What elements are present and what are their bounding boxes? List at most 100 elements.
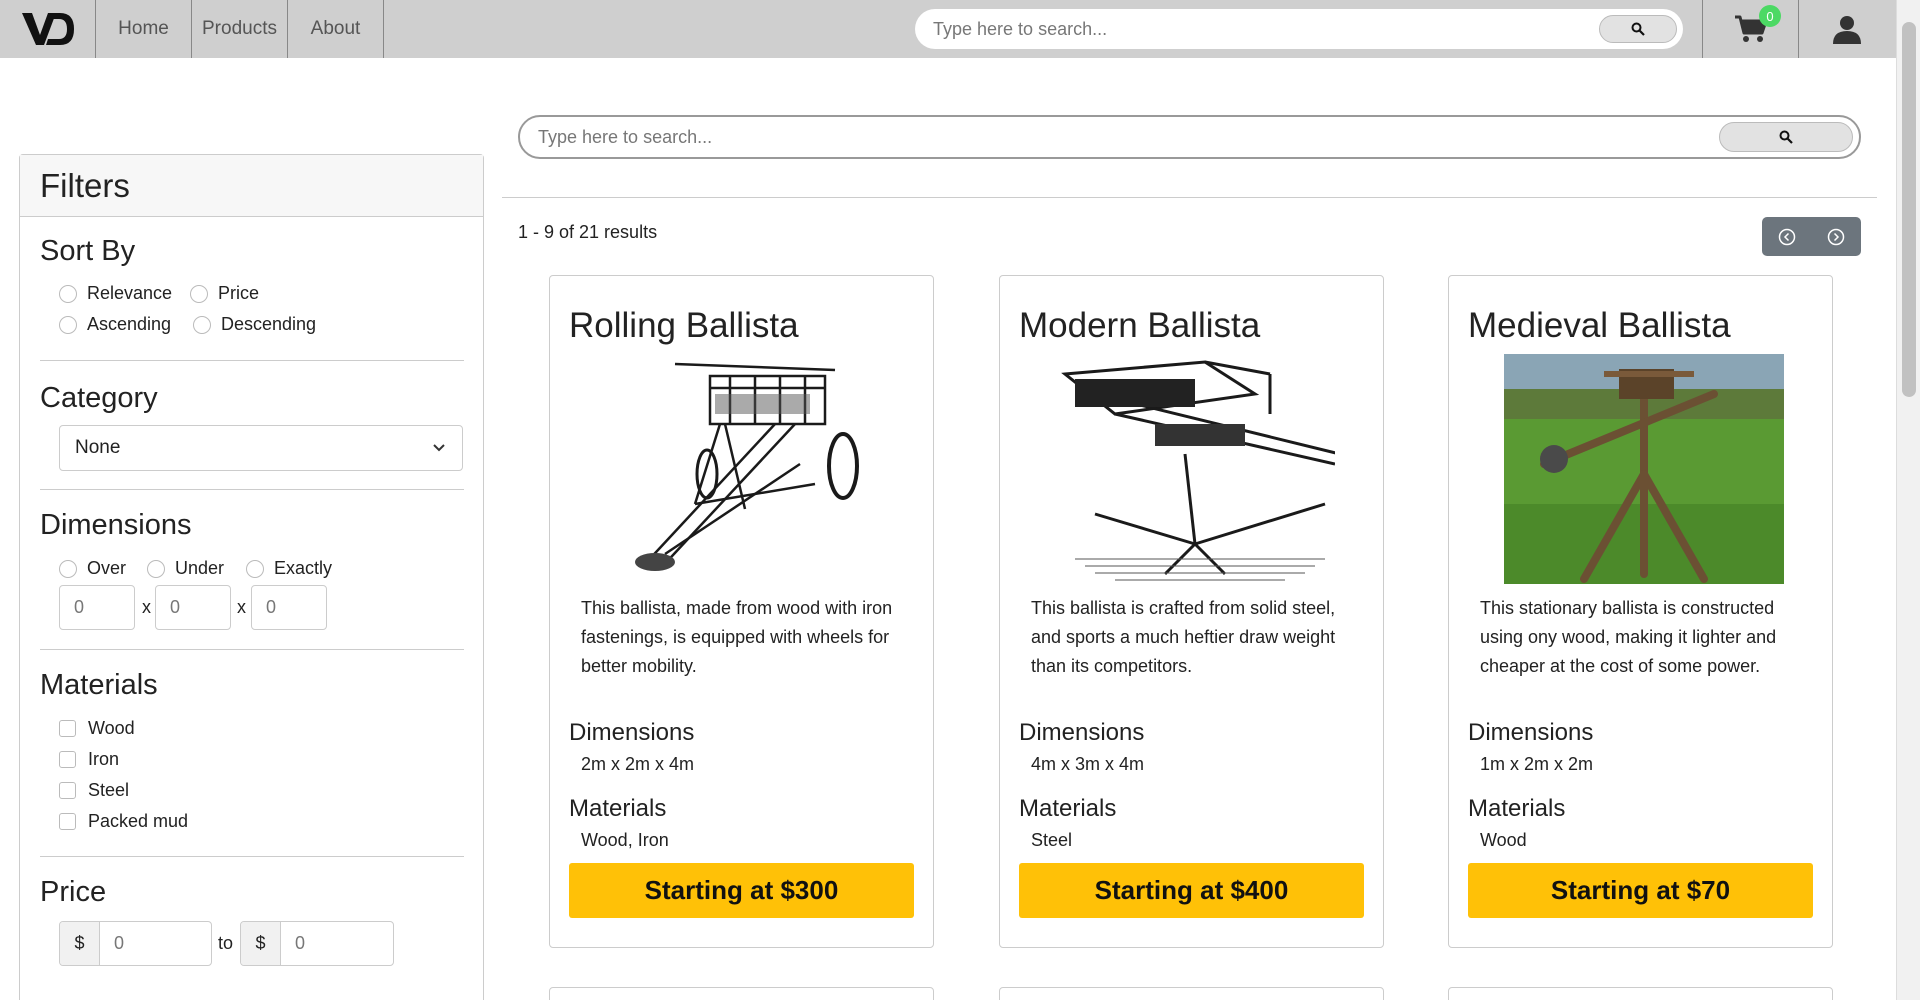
radio-icon: [246, 559, 264, 578]
price-min-field[interactable]: $ 0: [59, 921, 212, 966]
previous-page-icon[interactable]: [1778, 228, 1796, 246]
dimensions-value: 4m x 3m x 4m: [1031, 754, 1145, 774]
currency-symbol: $: [60, 922, 100, 965]
product-title[interactable]: Modern Ballista: [1019, 306, 1260, 346]
sort-option-label: Relevance: [87, 283, 173, 303]
dimensions-label: Dimensions: [1468, 719, 1594, 746]
user-icon: [1832, 16, 1861, 44]
cart-count-badge: 0: [1759, 5, 1781, 27]
materials-label: Materials: [1019, 795, 1117, 822]
main-divider: [502, 197, 1877, 198]
chevron-down-icon: [433, 444, 445, 452]
materials-label: Materials: [1468, 795, 1566, 822]
search-icon: [1631, 22, 1645, 36]
dimension-option-label: Exactly: [274, 558, 333, 578]
product-card[interactable]: [1448, 987, 1833, 1000]
header-search-button[interactable]: [1599, 15, 1677, 43]
modern-ballista-image: [1055, 354, 1335, 584]
dimension-option-exactly[interactable]: Exactly: [246, 558, 332, 579]
radio-icon: [59, 559, 77, 578]
currency-symbol: $: [241, 922, 281, 965]
nav-link-about[interactable]: About: [288, 0, 384, 58]
price-max-field[interactable]: $ 0: [240, 921, 394, 966]
logo-icon: [21, 13, 74, 45]
category-heading: Category: [40, 382, 158, 414]
material-option-label: Iron: [88, 749, 120, 769]
category-selected-value: None: [75, 437, 121, 458]
header-search-input[interactable]: [933, 18, 1599, 40]
dimensions-value: 1m x 2m x 2m: [1480, 754, 1594, 774]
dimension-input-1[interactable]: 0: [59, 585, 135, 630]
checkbox-icon: [59, 782, 76, 799]
medieval-ballista-image: [1504, 354, 1784, 584]
sort-option-price[interactable]: Price: [190, 283, 259, 304]
dimensions-label: Dimensions: [1019, 719, 1145, 746]
top-navbar: Home Products About 0: [0, 0, 1920, 58]
radio-icon: [147, 559, 165, 578]
materials-value: Steel: [1031, 830, 1073, 850]
checkbox-icon: [59, 813, 76, 830]
materials-value: Wood: [1480, 830, 1527, 850]
radio-icon: [59, 315, 77, 334]
product-card[interactable]: [999, 987, 1384, 1000]
product-title[interactable]: Medieval Ballista: [1468, 306, 1731, 346]
price-max-input[interactable]: 0: [281, 922, 393, 965]
dimension-separator: x: [142, 597, 151, 617]
product-search-bar: [518, 115, 1861, 159]
nav-link-products[interactable]: Products: [192, 0, 288, 58]
nav-link-home[interactable]: Home: [96, 0, 192, 58]
pagination-controls: [1762, 217, 1861, 256]
dimension-option-over[interactable]: Over: [59, 558, 126, 579]
search-icon: [1779, 130, 1793, 144]
dimensions-label: Dimensions: [569, 719, 695, 746]
section-divider: [40, 856, 464, 857]
dimension-option-label: Over: [87, 558, 127, 578]
scrollbar-thumb[interactable]: [1902, 22, 1916, 397]
dimension-input-3[interactable]: 0: [251, 585, 327, 630]
section-divider: [40, 649, 464, 650]
material-option-iron[interactable]: Iron: [59, 749, 119, 770]
page-scrollbar[interactable]: [1896, 0, 1920, 1000]
price-button[interactable]: Starting at $300: [569, 863, 914, 918]
dimensions-section: Dimensions: [40, 509, 464, 542]
price-min-input[interactable]: 0: [100, 922, 211, 965]
dimension-input-2[interactable]: 0: [155, 585, 231, 630]
product-title[interactable]: Rolling Ballista: [569, 306, 799, 346]
sort-option-ascending[interactable]: Ascending: [59, 314, 171, 335]
next-page-icon[interactable]: [1827, 228, 1845, 246]
radio-icon: [190, 284, 208, 303]
checkbox-icon: [59, 720, 76, 737]
radio-icon: [59, 284, 77, 303]
sort-option-relevance[interactable]: Relevance: [59, 283, 172, 304]
product-card[interactable]: [549, 987, 934, 1000]
sort-option-label: Descending: [221, 314, 317, 334]
brand-logo[interactable]: [0, 0, 96, 58]
product-card[interactable]: Rolling Ballista This ballista, made fro…: [549, 275, 934, 948]
price-button[interactable]: Starting at $70: [1468, 863, 1813, 918]
product-search-button[interactable]: [1719, 122, 1853, 152]
dimension-option-under[interactable]: Under: [147, 558, 224, 579]
product-card[interactable]: Medieval Ballista This stationary ballis…: [1448, 275, 1833, 948]
price-to-label: to: [218, 933, 234, 953]
checkbox-icon: [59, 751, 76, 768]
price-button[interactable]: Starting at $400: [1019, 863, 1364, 918]
product-card[interactable]: Modern Ballista This ballista is crafted…: [999, 275, 1384, 948]
material-option-label: Packed mud: [88, 811, 189, 831]
dimension-option-label: Under: [175, 558, 225, 578]
header-search-bar: [915, 9, 1683, 49]
material-option-wood[interactable]: Wood: [59, 718, 135, 739]
section-divider: [40, 360, 464, 361]
product-search-input[interactable]: [538, 126, 1719, 148]
sort-option-label: Price: [218, 283, 260, 303]
category-select[interactable]: None: [59, 425, 463, 471]
account-button[interactable]: [1798, 0, 1894, 58]
material-option-packed-mud[interactable]: Packed mud: [59, 811, 188, 832]
cart-button[interactable]: 0: [1702, 0, 1798, 58]
dimension-separator: x: [237, 597, 246, 617]
rolling-ballista-image: [605, 354, 885, 584]
materials-label: Materials: [569, 795, 667, 822]
material-option-steel[interactable]: Steel: [59, 780, 129, 801]
price-heading: Price: [40, 876, 107, 908]
sort-option-descending[interactable]: Descending: [193, 314, 316, 335]
materials-heading: Materials: [40, 669, 158, 701]
